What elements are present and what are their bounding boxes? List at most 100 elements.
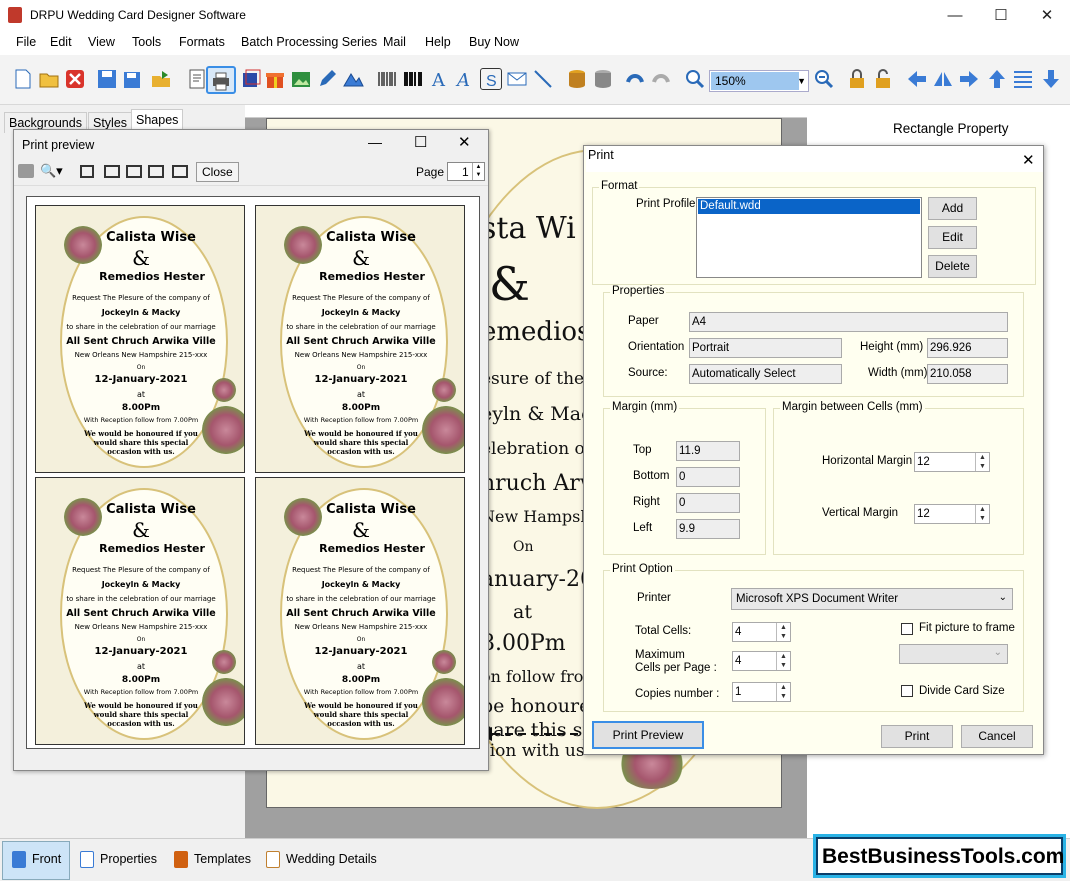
redo-icon[interactable] [650, 68, 672, 90]
arrow-right-icon[interactable] [958, 68, 980, 90]
menu-batch-processing[interactable]: Batch Processing Series [241, 35, 377, 49]
close-icon[interactable]: ✕ [1022, 151, 1035, 169]
print-icon[interactable] [206, 66, 236, 94]
zoom-out-icon[interactable] [813, 68, 835, 90]
save-as-icon[interactable] [122, 68, 144, 90]
close-doc-icon[interactable] [64, 68, 86, 90]
menu-file[interactable]: File [16, 35, 36, 49]
print-batch-icon[interactable] [240, 68, 262, 90]
edit-button[interactable]: Edit [928, 226, 977, 249]
image-icon[interactable] [290, 68, 312, 90]
card-text-name1: Calista Wise [326, 230, 416, 245]
zoom-icon[interactable]: 🔍▾ [40, 163, 63, 179]
top-margin-field[interactable]: 11.9 [676, 441, 740, 461]
shape-icon[interactable] [342, 68, 364, 90]
right-margin-field[interactable]: 0 [676, 493, 740, 513]
menu-help[interactable]: Help [425, 35, 451, 49]
menu-mail[interactable]: Mail [383, 35, 406, 49]
divide-card-checkbox[interactable] [901, 685, 913, 697]
close-button[interactable]: Close [196, 162, 239, 182]
source-field[interactable]: Automatically Select [689, 364, 842, 384]
save-icon[interactable] [96, 68, 118, 90]
six-pages-icon[interactable] [172, 165, 188, 178]
flip-icon[interactable] [932, 68, 954, 90]
stepper-arrows[interactable]: ▲ ▼ [776, 623, 790, 641]
menu-view[interactable]: View [88, 35, 115, 49]
new-icon[interactable] [12, 68, 34, 90]
database-icon[interactable] [566, 68, 588, 90]
copies-stepper[interactable]: 1 ▲ ▼ [732, 682, 791, 702]
menu-buy-now[interactable]: Buy Now [469, 35, 519, 49]
fit-picture-checkbox[interactable] [901, 623, 913, 635]
stepper-arrows[interactable]: ▲ ▼ [776, 683, 790, 701]
word-art-icon[interactable]: A [454, 68, 476, 91]
align-icon[interactable] [1012, 68, 1034, 90]
height-field[interactable]: 296.926 [927, 338, 1008, 358]
two-pages-icon[interactable] [104, 165, 120, 178]
stepper-arrows[interactable]: ▲ ▼ [776, 652, 790, 670]
symbol-icon[interactable]: S [480, 68, 502, 90]
barcode-icon[interactable] [376, 68, 398, 90]
tab-front-label[interactable]: Front [12, 851, 61, 868]
menu-edit[interactable]: Edit [50, 35, 72, 49]
horizontal-margin-stepper[interactable]: 12 ▲ ▼ [914, 452, 990, 472]
text-icon[interactable]: A [428, 68, 450, 91]
arrow-up-icon[interactable] [986, 68, 1008, 90]
email-icon[interactable] [506, 68, 528, 90]
delete-button[interactable]: Delete [928, 255, 977, 278]
maximize-button[interactable]: ☐ [414, 133, 427, 151]
cancel-button[interactable]: Cancel [961, 725, 1033, 748]
print-button[interactable]: Print [881, 725, 953, 748]
page-number: 1 [462, 165, 469, 179]
four-pages-icon[interactable] [148, 165, 164, 178]
bottom-margin-field[interactable]: 0 [676, 467, 740, 487]
stepper-arrows[interactable]: ▲ ▼ [975, 505, 989, 523]
paper-field[interactable]: A4 [689, 312, 1008, 332]
close-button[interactable]: ✕ [1024, 0, 1070, 31]
width-field[interactable]: 210.058 [927, 364, 1008, 384]
lock-icon[interactable] [846, 68, 868, 90]
profile-item[interactable]: Default.wdd [698, 199, 920, 214]
one-page-icon[interactable] [80, 165, 94, 178]
arrow-left-icon[interactable] [906, 68, 928, 90]
page-number-input[interactable]: 1 ▲ ▼ [447, 162, 485, 181]
tab-templates[interactable]: Templates [174, 851, 251, 868]
tab-wedding-details[interactable]: Wedding Details [266, 851, 377, 868]
add-button[interactable]: Add [928, 197, 977, 220]
zoom-in-icon[interactable] [684, 68, 706, 90]
card-partial-line: 8.00Pm [481, 631, 566, 656]
menu-tools[interactable]: Tools [132, 35, 161, 49]
unlock-icon[interactable] [872, 68, 894, 90]
profile-list[interactable]: Default.wdd [696, 197, 922, 278]
gift-icon[interactable] [264, 68, 286, 90]
line-icon[interactable] [532, 68, 554, 90]
zoom-select[interactable]: 150% ▼ [709, 70, 809, 92]
printer-select[interactable]: Microsoft XPS Document Writer ⌄ [731, 588, 1013, 610]
stepper-arrows[interactable]: ▲ ▼ [975, 453, 989, 471]
three-pages-icon[interactable] [126, 165, 142, 178]
tab-properties[interactable]: Properties [80, 851, 157, 868]
left-margin-field[interactable]: 9.9 [676, 519, 740, 539]
maximize-button[interactable]: ☐ [978, 0, 1024, 31]
fit-select[interactable]: ⌄ [899, 644, 1008, 664]
export-icon[interactable] [150, 68, 172, 90]
print-icon[interactable] [18, 164, 34, 178]
page-setup-icon[interactable] [186, 68, 208, 90]
max-cells-stepper[interactable]: 4 ▲ ▼ [732, 651, 791, 671]
print-preview-button[interactable]: Print Preview [592, 721, 704, 749]
menu-formats[interactable]: Formats [179, 35, 225, 49]
open-icon[interactable] [38, 68, 60, 90]
minimize-button[interactable]: — [368, 134, 382, 150]
orientation-field[interactable]: Portrait [689, 338, 842, 358]
minimize-button[interactable]: — [932, 0, 978, 31]
pen-icon[interactable] [316, 68, 338, 90]
arrow-down-icon[interactable] [1040, 68, 1062, 90]
total-cells-stepper[interactable]: 4 ▲ ▼ [732, 622, 791, 642]
card-text-at: at [356, 662, 366, 671]
undo-icon[interactable] [624, 68, 646, 90]
barcode2-icon[interactable] [402, 68, 424, 90]
card-text-address: New Orleans New Hampshire 215-xxx [74, 351, 208, 359]
vertical-margin-stepper[interactable]: 12 ▲ ▼ [914, 504, 990, 524]
close-icon[interactable]: ✕ [458, 133, 471, 151]
database2-icon[interactable] [592, 68, 614, 90]
